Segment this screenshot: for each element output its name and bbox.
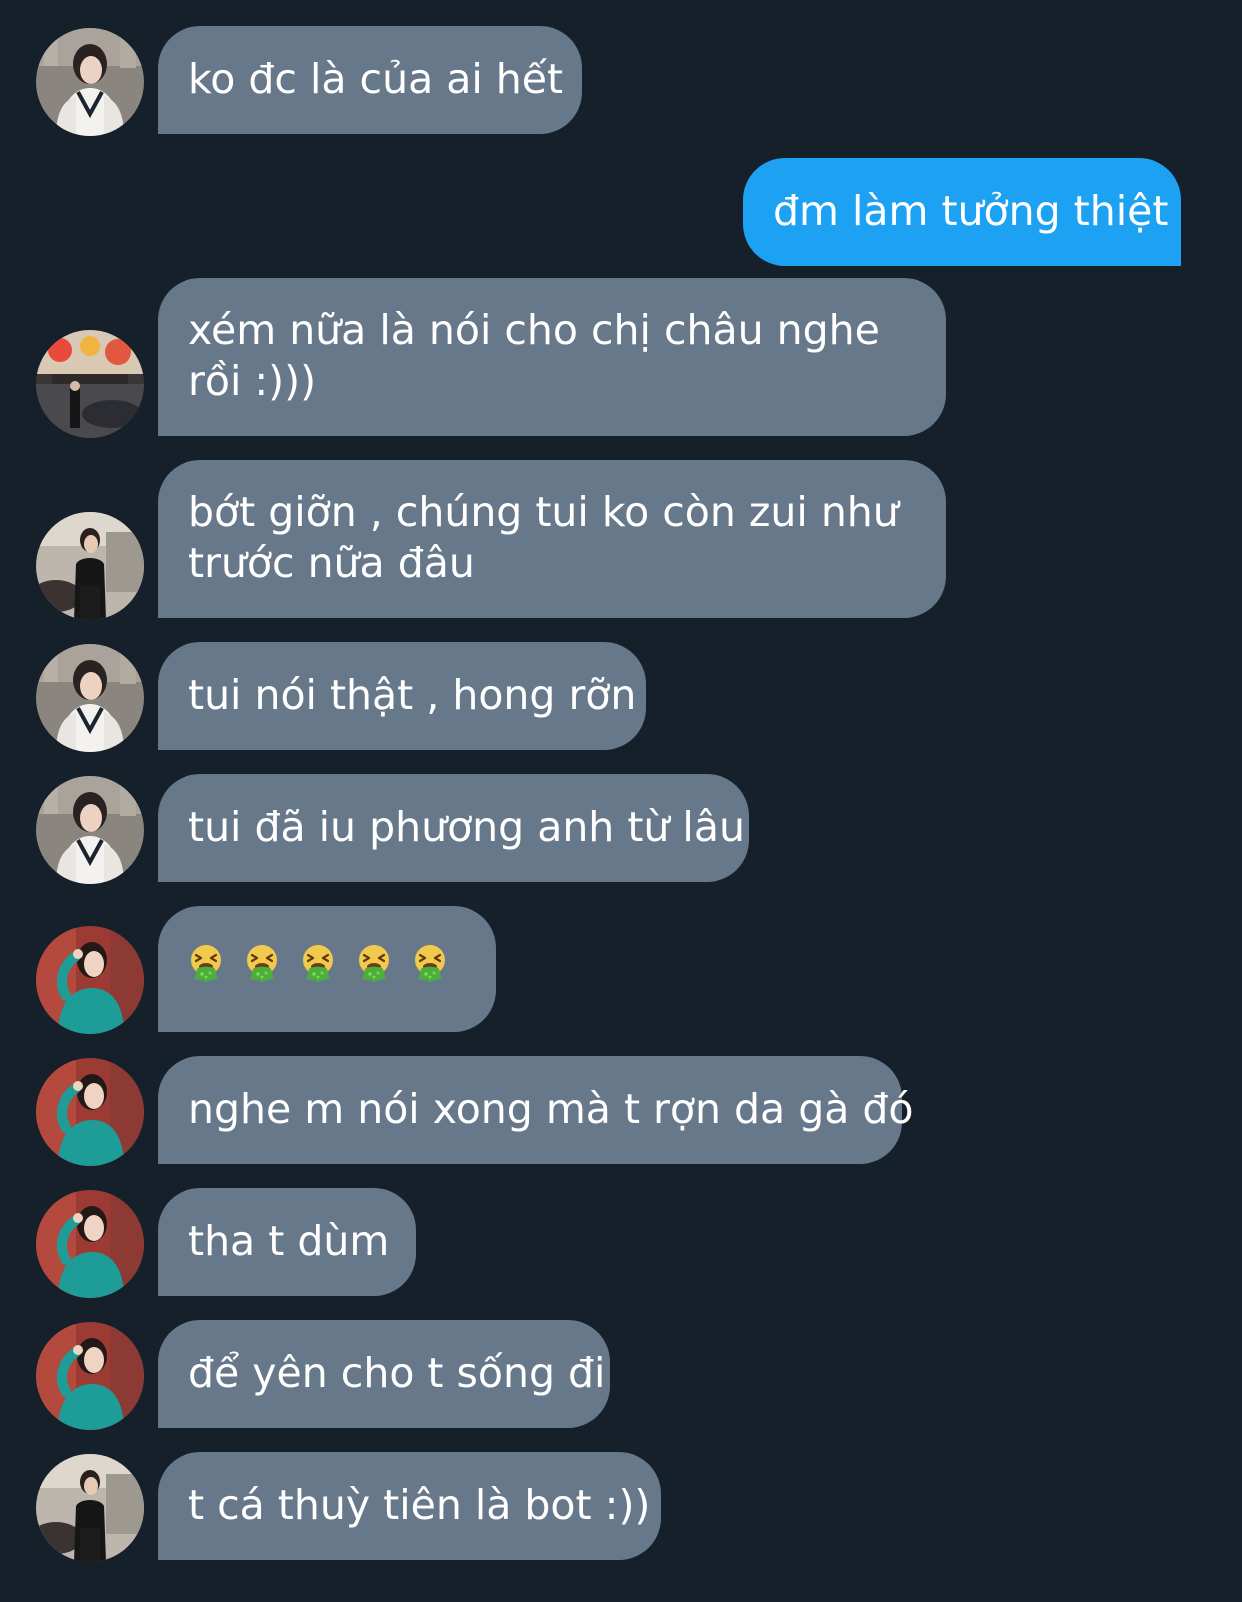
message-thread: ko đc là của ai hết đm làm tưởng thiệt x… <box>0 0 1242 1602</box>
vomiting-face-emoji <box>188 944 224 984</box>
message-text: xém nữa là nói cho chị châu nghe rồi :))… <box>188 306 880 405</box>
avatar-teal-dress[interactable] <box>36 926 144 1034</box>
message-bubble[interactable]: tui nói thật , hong rỡn <box>158 642 646 750</box>
avatar-white-vest[interactable] <box>36 776 144 884</box>
message-text: để yên cho t sống đi <box>188 1349 606 1397</box>
message-bubble[interactable]: tui đã iu phương anh từ lâu <box>158 774 749 882</box>
vomiting-face-emoji <box>412 944 448 984</box>
message-bubble[interactable]: để yên cho t sống đi <box>158 1320 610 1428</box>
message-bubble[interactable]: bớt giỡn , chúng tui ko còn zui như trướ… <box>158 460 946 618</box>
avatar-black-outfit[interactable] <box>36 512 144 620</box>
message-text: tui đã iu phương anh từ lâu <box>188 803 745 851</box>
message-text: tui nói thật , hong rỡn <box>188 671 637 719</box>
avatar-teal-dress[interactable] <box>36 1190 144 1298</box>
avatar-white-vest[interactable] <box>36 28 144 136</box>
message-bubble[interactable]: xém nữa là nói cho chị châu nghe rồi :))… <box>158 278 946 436</box>
message-bubble[interactable]: tha t dùm <box>158 1188 416 1296</box>
avatar-teal-dress[interactable] <box>36 1322 144 1430</box>
emoji-row <box>188 934 466 984</box>
avatar-teal-dress[interactable] <box>36 1058 144 1166</box>
avatar-black-outfit[interactable] <box>36 1454 144 1562</box>
avatar-street-storefront[interactable] <box>36 330 144 438</box>
message-bubble[interactable]: nghe m nói xong mà t rợn da gà đó <box>158 1056 914 1164</box>
message-text: tha t dùm <box>188 1217 390 1265</box>
message-text: bớt giỡn , chúng tui ko còn zui như trướ… <box>188 488 899 587</box>
message-bubble[interactable]: t cá thuỳ tiên là bot :)) <box>158 1452 661 1560</box>
vomiting-face-emoji <box>244 944 280 984</box>
avatar-white-vest[interactable] <box>36 644 144 752</box>
vomiting-face-emoji <box>356 944 392 984</box>
emoji-message-bubble[interactable] <box>158 906 496 1032</box>
message-bubble[interactable]: ko đc là của ai hết <box>158 26 582 134</box>
message-text: nghe m nói xong mà t rợn da gà đó <box>188 1085 914 1133</box>
sent-message-bubble[interactable]: đm làm tưởng thiệt <box>743 158 1181 266</box>
message-text: t cá thuỳ tiên là bot :)) <box>188 1481 651 1529</box>
message-text: ko đc là của ai hết <box>188 55 564 103</box>
vomiting-face-emoji <box>300 944 336 984</box>
message-text: đm làm tưởng thiệt <box>773 187 1169 235</box>
